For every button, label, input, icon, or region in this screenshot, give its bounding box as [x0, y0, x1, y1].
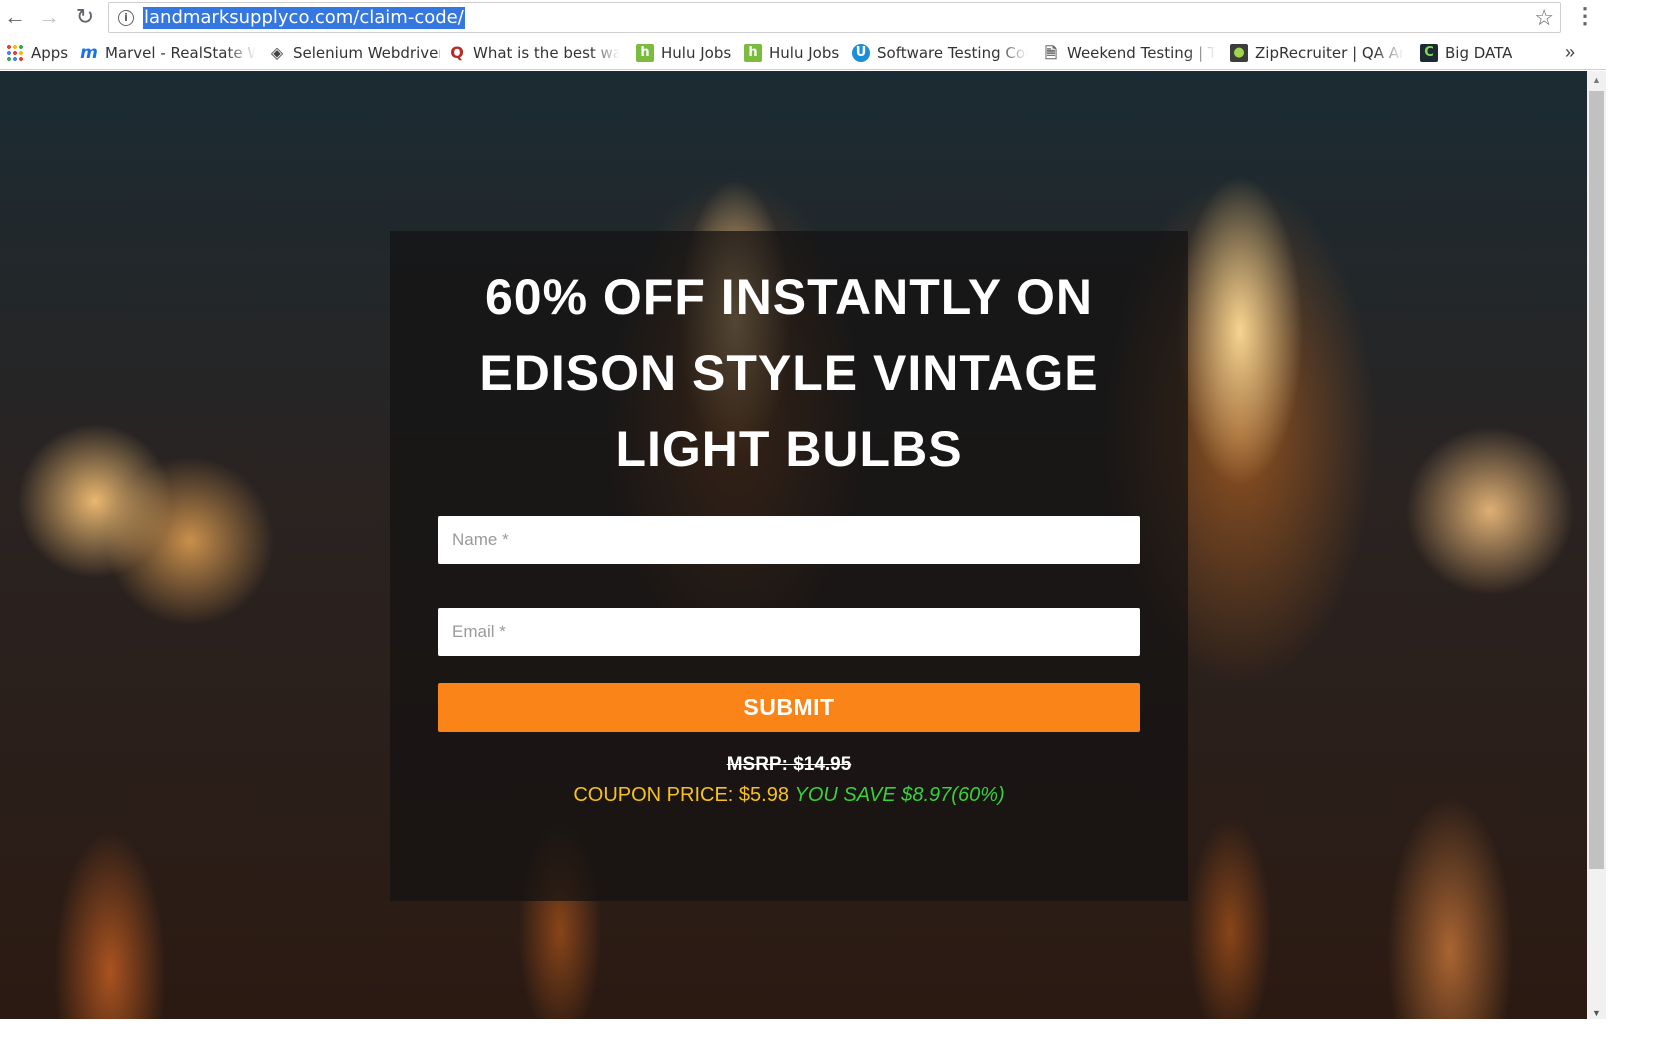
apps-grid-icon [6, 44, 24, 62]
submit-button[interactable]: SUBMIT [438, 683, 1140, 732]
name-input[interactable] [438, 516, 1140, 564]
bookmark-apps[interactable]: Apps [6, 41, 68, 65]
browser-menu-icon[interactable]: ⋮ [1574, 3, 1596, 31]
address-bar[interactable]: i landmarksupplyco.com/claim-code/ ☆ [108, 2, 1561, 33]
offer-headline: 60% OFF INSTANTLY ON EDISON STYLE VINTAG… [390, 259, 1188, 487]
hulu-icon: h [744, 44, 762, 62]
page-scrollbar[interactable]: ▲ ▼ [1587, 71, 1606, 1019]
bookmark-weekend-testing[interactable]: 🗎 Weekend Testing | Te [1042, 41, 1216, 65]
coupon-price: COUPON PRICE: $5.98 [573, 784, 789, 806]
bookmark-selenium[interactable]: ◈ Selenium Webdriver [268, 41, 440, 65]
reload-icon[interactable]: ↻ [72, 4, 98, 30]
more-bookmarks-chevron-icon[interactable]: » [1565, 42, 1575, 63]
hulu-icon: h [636, 44, 654, 62]
you-save-text: YOU SAVE $8.97(60%) [794, 784, 1005, 806]
page-background: 60% OFF INSTANTLY ON EDISON STYLE VINTAG… [0, 71, 1587, 1019]
quora-icon: Q [450, 43, 464, 62]
bookmark-quora[interactable]: Q What is the best way t [448, 41, 620, 65]
bookmark-big-data[interactable]: C Big DATA [1420, 41, 1530, 65]
marvel-icon: m [80, 43, 98, 63]
bookmark-software-testing[interactable]: U Software Testing Cour [852, 41, 1028, 65]
scrollbar-thumb[interactable] [1589, 91, 1604, 869]
bookmarks-bar: Apps m Marvel - RealState We ◈ Selenium … [0, 38, 1606, 68]
email-input[interactable] [438, 608, 1140, 656]
bookmark-star-icon[interactable]: ☆ [1534, 6, 1554, 30]
selenium-icon: ◈ [270, 43, 284, 62]
scroll-down-arrow-icon[interactable]: ▼ [1587, 1007, 1606, 1019]
url-text[interactable]: landmarksupplyco.com/claim-code/ [143, 7, 465, 29]
headline-line-1: 60% OFF INSTANTLY ON [484, 269, 1094, 325]
price-line: COUPON PRICE: $5.98 YOU SAVE $8.97(60%) [390, 784, 1188, 807]
ziprecruiter-icon: ● [1230, 44, 1248, 62]
msrp-price: MSRP: $14.95 [726, 754, 852, 775]
back-arrow-icon[interactable]: ← [2, 4, 28, 30]
udemy-icon: U [852, 44, 870, 62]
bookmark-hulu-jobs-2[interactable]: h Hulu Jobs [744, 41, 840, 65]
bookmark-ziprecruiter[interactable]: ● ZipRecruiter | QA Ana [1230, 41, 1404, 65]
browser-chrome: ← → ↻ i landmarksupplyco.com/claim-code/… [0, 0, 1606, 70]
headline-line-3: LIGHT BULBS [615, 421, 963, 477]
page-icon: 🗎 [1044, 44, 1058, 62]
headline-line-2: EDISON STYLE VINTAGE [479, 345, 1099, 401]
offer-panel: 60% OFF INSTANTLY ON EDISON STYLE VINTAG… [390, 231, 1188, 901]
forward-arrow-icon[interactable]: → [36, 4, 62, 30]
scroll-up-arrow-icon[interactable]: ▲ [1587, 74, 1606, 86]
info-icon[interactable]: i [118, 10, 134, 26]
bookmark-hulu-jobs-1[interactable]: h Hulu Jobs [636, 41, 732, 65]
bookmark-marvel[interactable]: m Marvel - RealState We [80, 41, 256, 65]
bigdata-icon: C [1420, 44, 1438, 62]
